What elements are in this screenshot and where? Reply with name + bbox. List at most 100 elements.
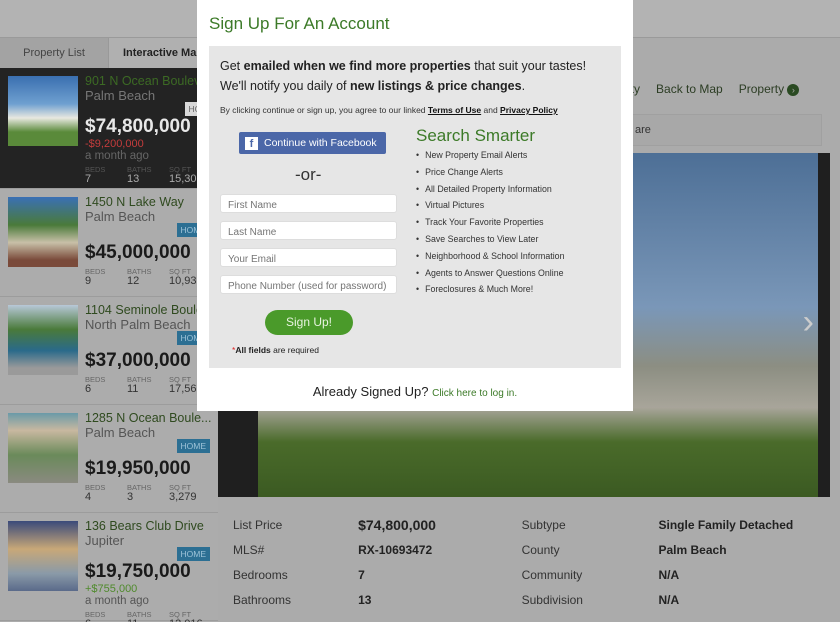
listing-card[interactable]: 1285 N Ocean Boule... Palm Beach HOME $1… xyxy=(0,405,218,513)
stat-value: 12 xyxy=(127,275,140,287)
stat-value: 9 xyxy=(85,275,92,287)
benefit-item: Track Your Favorite Properties xyxy=(416,217,564,234)
share-button[interactable]: are xyxy=(635,124,651,136)
stat-label: BEDS xyxy=(85,375,106,384)
intro-text-part: We'll notify you daily of xyxy=(220,79,350,93)
detail-row: Bedrooms 7 Community N/A xyxy=(222,562,822,587)
search-smarter-heading: Search Smarter xyxy=(416,126,536,145)
benefits-list: New Property Email AlertsPrice Change Al… xyxy=(416,150,564,301)
detail-value: N/A xyxy=(658,592,680,607)
stat-label: BEDS xyxy=(85,610,106,619)
facebook-button[interactable]: f Continue with Facebook xyxy=(239,132,386,154)
or-divider: -or- xyxy=(295,165,322,184)
property-nav: erty Back to Map Property › xyxy=(620,82,800,96)
detail-label: Subtype xyxy=(521,517,566,532)
stat-baths: BATHS 3 xyxy=(127,483,169,503)
detail-value: $74,800,000 xyxy=(358,516,436,533)
change-date: a month ago xyxy=(85,595,149,607)
listing-address: 136 Bears Club Drive xyxy=(85,519,204,533)
next-property-link[interactable]: Property › xyxy=(739,82,800,96)
intro-text-bold: emailed when we find more properties xyxy=(243,59,471,73)
intro-text-part: . xyxy=(521,79,526,93)
stat-value: 7 xyxy=(85,173,92,185)
required-note: *All fields are required xyxy=(232,345,319,355)
email-input[interactable] xyxy=(220,248,397,267)
legal-text: By clicking continue or sign up, you agr… xyxy=(220,105,558,115)
chevron-right-icon: › xyxy=(787,83,800,96)
next-label: Property xyxy=(738,82,785,96)
legal-prefix: By clicking continue or sign up, you agr… xyxy=(220,105,428,115)
listing-photo xyxy=(8,521,78,591)
first-name-input[interactable] xyxy=(220,194,397,213)
stat-value: 4 xyxy=(85,491,92,503)
benefit-item: Neighborhood & School Information xyxy=(416,251,564,268)
stat-beds: BEDS 4 xyxy=(85,483,127,503)
required-rest: are required xyxy=(270,345,319,355)
stat-label: BEDS xyxy=(85,483,106,492)
stat-beds: BEDS 9 xyxy=(85,267,127,287)
price-change: +$755,000 xyxy=(85,583,138,595)
detail-value: N/A xyxy=(658,567,680,582)
privacy-link[interactable]: Privacy Policy xyxy=(500,105,558,115)
benefit-item: Foreclosures & Much More! xyxy=(416,284,564,301)
next-photo-arrow-icon[interactable]: › xyxy=(803,303,814,342)
listing-card[interactable]: 901 N Ocean Boulev... Palm Beach HOME $7… xyxy=(0,68,218,189)
listing-city: Palm Beach xyxy=(85,425,156,440)
back-to-map-link[interactable]: Back to Map xyxy=(656,82,723,96)
signup-panel: Get emailed when we find more properties… xyxy=(209,46,621,368)
detail-label: MLS# xyxy=(233,542,265,557)
listing-card[interactable]: 136 Bears Club Drive Jupiter HOME $19,75… xyxy=(0,513,218,622)
stat-label: BEDS xyxy=(85,267,106,276)
detail-value: 13 xyxy=(358,592,372,607)
listing-card[interactable]: 1450 N Lake Way Palm Beach HOME $45,000,… xyxy=(0,189,218,297)
detail-value: Single Family Detached xyxy=(658,517,794,532)
tab-property-list[interactable]: Property List xyxy=(0,38,109,68)
listing-stats: BEDS 4 BATHS 3 SQ FT 3,279 xyxy=(85,483,218,503)
intro-text: Get emailed when we find more properties… xyxy=(220,56,615,96)
detail-label: Bedrooms xyxy=(233,567,288,582)
property-details-table: List Price $74,800,000 Subtype Single Famil… xyxy=(222,512,822,612)
detail-row: MLS# RX-10693472 County Palm Beach xyxy=(222,537,822,562)
stat-baths: BATHS 13 xyxy=(127,165,169,185)
stat-value: 11 xyxy=(127,383,139,395)
stat-baths: BATHS11 xyxy=(127,375,169,395)
already-signed-up: Already Signed Up? Click here to log in. xyxy=(197,384,633,399)
listing-photo xyxy=(8,413,78,483)
listing-type-badge: HOME xyxy=(176,439,210,453)
listing-price: $19,950,000 xyxy=(85,458,191,479)
detail-value: Palm Beach xyxy=(658,542,727,557)
stat-baths: BATHS 12 xyxy=(127,267,169,287)
stat-value: 3 xyxy=(127,491,134,503)
stat-label: BATHS xyxy=(127,483,152,492)
benefit-item: New Property Email Alerts xyxy=(416,150,564,167)
listing-card[interactable]: 1104 Seminole Boule North Palm Beach HOM… xyxy=(0,297,218,405)
detail-label: County xyxy=(521,542,560,557)
benefit-item: Virtual Pictures xyxy=(416,200,564,217)
facebook-label: Continue with Facebook xyxy=(264,137,377,149)
last-name-input[interactable] xyxy=(220,221,397,240)
view-tabs: Property List Interactive Map xyxy=(0,38,218,68)
sign-up-button[interactable]: Sign Up! xyxy=(265,310,353,335)
benefit-item: Save Searches to View Later xyxy=(416,234,564,251)
detail-value: RX-10693472 xyxy=(358,542,433,557)
stat-beds: BEDS 7 xyxy=(85,165,127,185)
legal-and: and xyxy=(481,105,501,115)
listing-list[interactable]: 901 N Ocean Boulev... Palm Beach HOME $7… xyxy=(0,68,218,622)
detail-label: Community xyxy=(521,567,583,582)
listing-photo xyxy=(8,305,78,375)
login-link[interactable]: Click here to log in. xyxy=(432,388,517,399)
terms-link[interactable]: Terms of Use xyxy=(428,105,481,115)
intro-text-part: that suit your tastes! xyxy=(470,59,587,73)
detail-value: 7 xyxy=(358,567,365,582)
benefit-item: Agents to Answer Questions Online xyxy=(416,268,564,285)
stat-beds: BEDS6 xyxy=(85,375,127,395)
listing-photo xyxy=(8,76,78,146)
listing-address: 1285 N Ocean Boule... xyxy=(85,411,212,425)
intro-text-bold: new listings & price changes xyxy=(350,79,522,93)
detail-label: List Price xyxy=(233,517,283,532)
detail-row: Bathrooms 13 Subdivision N/A xyxy=(222,587,822,612)
stat-baths: BATHS11 xyxy=(127,610,169,622)
stat-value: 6 xyxy=(85,383,92,395)
already-label: Already Signed Up? xyxy=(312,384,429,399)
phone-input[interactable] xyxy=(220,275,397,294)
